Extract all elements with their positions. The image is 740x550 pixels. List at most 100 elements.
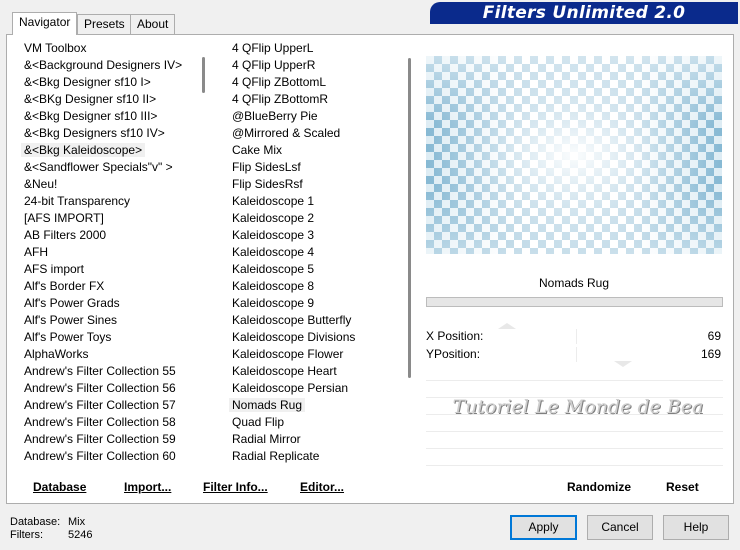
apply-button[interactable]: Apply — [510, 515, 577, 540]
filter-item-label: Kaleidoscope 8 — [232, 279, 315, 293]
filter-item[interactable]: Radial Replicate — [225, 448, 405, 465]
database-button[interactable]: Database — [33, 479, 86, 495]
filter-item-label: Kaleidoscope Divisions — [232, 330, 356, 344]
param-divider — [576, 347, 577, 362]
preview-filter-name: Nomads Rug — [538, 276, 610, 290]
category-scroll-thumb[interactable] — [202, 57, 205, 93]
filter-item[interactable]: Kaleidoscope Butterfly — [225, 312, 405, 329]
category-scrollbar[interactable] — [197, 40, 211, 468]
category-item[interactable]: VM Toolbox — [17, 40, 197, 57]
category-item[interactable]: AB Filters 2000 — [17, 227, 197, 244]
category-item[interactable]: &<Bkg Designer sf10 III> — [17, 108, 197, 125]
filter-item[interactable]: @Mirrored & Scaled — [225, 125, 405, 142]
category-item-label: Alf's Power Sines — [24, 313, 117, 327]
category-item[interactable]: Andrew's Filter Collection 56 — [17, 380, 197, 397]
category-item-label: Alf's Power Grads — [24, 296, 120, 310]
filter-list[interactable]: 4 QFlip UpperL 4 QFlip UpperR 4 QFlip ZBot… — [225, 40, 405, 468]
param-x-position[interactable]: X Position: 69 — [426, 323, 723, 345]
category-item-label: AlphaWorks — [24, 347, 89, 361]
filter-scroll-thumb[interactable] — [408, 58, 411, 378]
category-item-label: Andrew's Filter Collection 57 — [24, 398, 176, 412]
category-item[interactable]: &<Sandflower Specials"v" > — [17, 159, 197, 176]
category-item-label: &<Sandflower Specials"v" > — [24, 160, 173, 174]
filter-item[interactable]: Quad Flip — [225, 414, 405, 431]
filter-item[interactable]: Flip SidesRsf — [225, 176, 405, 193]
filter-item[interactable]: Cake Mix — [225, 142, 405, 159]
filter-item-label: Kaleidoscope 5 — [232, 262, 315, 276]
category-item[interactable]: [AFS IMPORT] — [17, 210, 197, 227]
filter-item-label: Radial Replicate — [232, 449, 320, 463]
filter-item[interactable]: Kaleidoscope 5 — [225, 261, 405, 278]
category-item[interactable]: Alf's Power Grads — [17, 295, 197, 312]
filter-item[interactable]: 4 QFlip ZBottomL — [225, 74, 405, 91]
filter-item[interactable]: 4 QFlip ZBottomR — [225, 91, 405, 108]
filter-item[interactable]: 4 QFlip UpperR — [225, 57, 405, 74]
filter-item[interactable]: Kaleidoscope Heart — [225, 363, 405, 380]
category-item[interactable]: Andrew's Filter Collection 57 — [17, 397, 197, 414]
filter-item-label: Quad Flip — [232, 415, 285, 429]
category-item-label: &Neu! — [24, 177, 58, 191]
tab-navigator[interactable]: Navigator — [12, 12, 78, 35]
category-item[interactable]: &<Bkg Kaleidoscope> — [17, 142, 197, 159]
filter-item[interactable]: Kaleidoscope Persian — [225, 380, 405, 397]
randomize-button[interactable]: Randomize — [567, 479, 631, 495]
filter-item[interactable]: Flip SidesLsf — [225, 159, 405, 176]
category-item-label: &<BKg Designer sf10 II> — [24, 92, 157, 106]
param-y-position[interactable]: YPosition: 169 — [426, 346, 723, 367]
filter-item[interactable]: Radial Mirror — [225, 431, 405, 448]
category-item-label: 24-bit Transparency — [24, 194, 131, 208]
filter-item-label: Kaleidoscope 9 — [232, 296, 315, 310]
category-item-label: AFH — [24, 245, 48, 259]
help-button[interactable]: Help — [663, 515, 729, 540]
category-item[interactable]: AlphaWorks — [17, 346, 197, 363]
cancel-button[interactable]: Cancel — [587, 515, 653, 540]
title-banner: Filters Unlimited 2.0 — [430, 2, 738, 24]
category-item[interactable]: &<Bkg Designers sf10 IV> — [17, 125, 197, 142]
filter-item-label: Kaleidoscope 4 — [232, 245, 315, 259]
category-item[interactable]: &<BKg Designer sf10 II> — [17, 91, 197, 108]
category-item[interactable]: Andrew's Filter Collection 59 — [17, 431, 197, 448]
category-item-label: Andrew's Filter Collection 60 — [24, 449, 176, 463]
tab-presets[interactable]: Presets — [77, 14, 132, 34]
filters-label: Filters: — [10, 529, 43, 541]
filter-item-label: Flip SidesLsf — [232, 160, 301, 174]
filter-item[interactable]: Kaleidoscope 2 — [225, 210, 405, 227]
filter-item[interactable]: Kaleidoscope 1 — [225, 193, 405, 210]
category-item[interactable]: Alf's Border FX — [17, 278, 197, 295]
filter-item[interactable]: 4 QFlip UpperL — [225, 40, 405, 57]
category-item-label: &<Bkg Designer sf10 III> — [24, 109, 158, 123]
filter-item-label: Kaleidoscope Butterfly — [232, 313, 352, 327]
category-item[interactable]: 24-bit Transparency — [17, 193, 197, 210]
category-item[interactable]: AFH — [17, 244, 197, 261]
tab-about[interactable]: About — [130, 14, 176, 34]
category-item[interactable]: Alf's Power Toys — [17, 329, 197, 346]
category-item[interactable]: &Neu! — [17, 176, 197, 193]
category-item[interactable]: AFS import — [17, 261, 197, 278]
category-item[interactable]: Alf's Power Sines — [17, 312, 197, 329]
filter-item[interactable]: Kaleidoscope 9 — [225, 295, 405, 312]
filter-item[interactable]: Kaleidoscope 3 — [225, 227, 405, 244]
filter-scrollbar[interactable] — [403, 40, 417, 468]
filter-item[interactable]: @BlueBerry Pie — [225, 108, 405, 125]
category-item[interactable]: &<Bkg Designer sf10 I> — [17, 74, 197, 91]
progress-bar — [426, 297, 723, 307]
category-item[interactable]: &<Background Designers IV> — [17, 57, 197, 74]
reset-button[interactable]: Reset — [666, 479, 699, 495]
filter-item[interactable]: Nomads Rug — [225, 397, 405, 414]
editor-button[interactable]: Editor... — [300, 479, 344, 495]
app-title: Filters Unlimited 2.0 — [482, 3, 686, 23]
param-value: 69 — [707, 329, 721, 343]
filter-item[interactable]: Kaleidoscope 8 — [225, 278, 405, 295]
filter-item-label: Flip SidesRsf — [232, 177, 303, 191]
category-item[interactable]: Andrew's Filter Collection 55 — [17, 363, 197, 380]
category-item[interactable]: Andrew's Filter Collection 60 — [17, 448, 197, 465]
import-button[interactable]: Import... — [124, 479, 171, 495]
filter-item[interactable]: Kaleidoscope Divisions — [225, 329, 405, 346]
filter-item[interactable]: Kaleidoscope 4 — [225, 244, 405, 261]
category-item-label: AB Filters 2000 — [24, 228, 107, 242]
filter-info-button[interactable]: Filter Info... — [203, 479, 268, 495]
filter-item[interactable]: Kaleidoscope Flower — [225, 346, 405, 363]
category-item[interactable]: Andrew's Filter Collection 58 — [17, 414, 197, 431]
category-list[interactable]: VM Toolbox &<Background Designers IV> &<Bk… — [17, 40, 197, 468]
category-item-label: Alf's Border FX — [24, 279, 105, 293]
